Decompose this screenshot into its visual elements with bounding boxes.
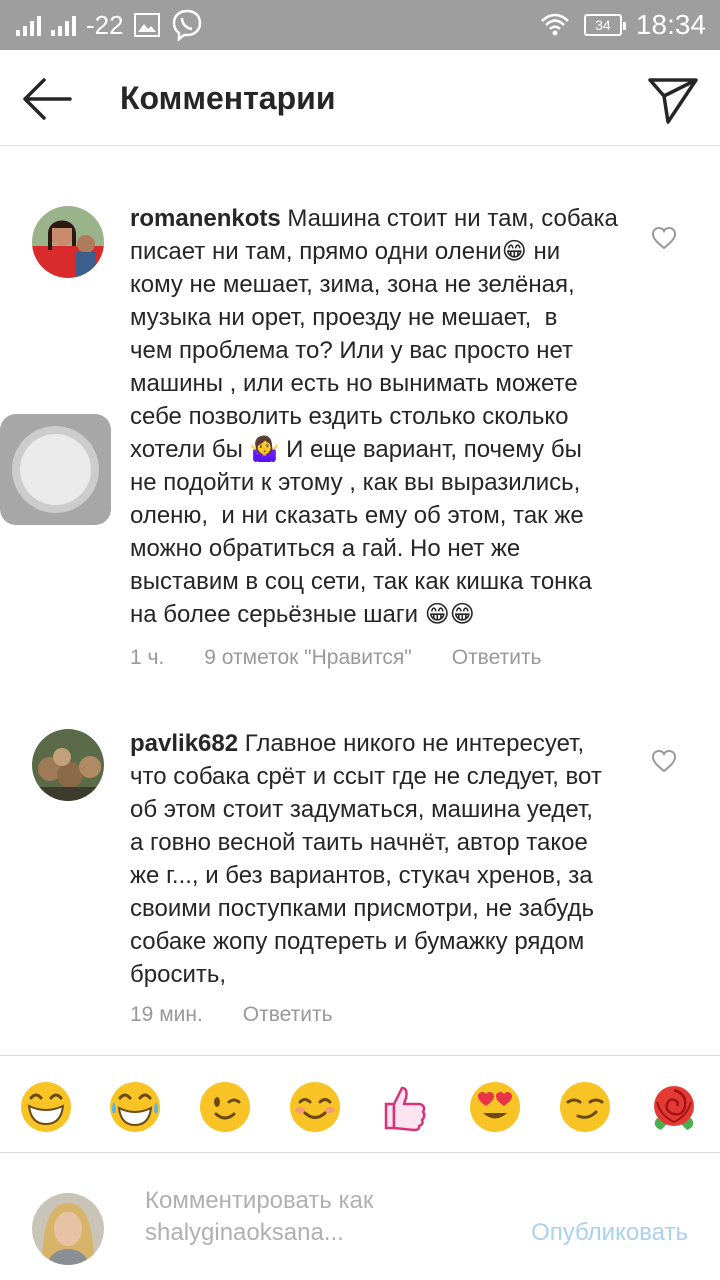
image-icon (133, 13, 160, 37)
clock: 18:34 (635, 9, 706, 40)
avatar[interactable] (32, 729, 104, 801)
comment-time: 19 мин. (130, 1003, 203, 1026)
page-title: Комментарии (120, 80, 336, 116)
publish-button[interactable]: Опубликовать (531, 1219, 688, 1247)
signal-icon (16, 14, 41, 36)
comment-meta: 1 ч. 9 отметок "Нравится" Ответить (130, 646, 542, 670)
comment-time: 1 ч. (130, 646, 165, 669)
heart-icon[interactable] (650, 224, 678, 252)
comment-text: pavlik682 Главное никого не интересует, … (130, 727, 630, 991)
winking-face-icon[interactable] (198, 1080, 252, 1134)
battery-icon: 34 (583, 14, 626, 36)
direct-send-icon[interactable] (646, 72, 700, 126)
emoji-bar (0, 1055, 720, 1153)
avatar-photo (32, 1193, 104, 1265)
rose-icon[interactable] (647, 1080, 701, 1134)
tears-of-joy-face-icon[interactable] (108, 1080, 162, 1134)
heart-eyes-face-icon[interactable] (468, 1080, 522, 1134)
comment-username[interactable]: romanenkots (130, 205, 281, 232)
avatar-photo (32, 206, 104, 278)
status-bar: -22 34 18:34 (0, 0, 720, 50)
comment-body: Главное никого не интересует, что собака… (130, 730, 602, 988)
reply-button[interactable]: Ответить (243, 1003, 333, 1027)
comment-input[interactable]: Комментировать как shalyginaoksana... (145, 1185, 495, 1249)
comment-text: romanenkots Машина стоит ни там, собака … (130, 202, 630, 631)
smiling-face-icon[interactable] (288, 1080, 342, 1134)
grinning-face-icon[interactable] (19, 1080, 73, 1134)
signal-icon (51, 14, 76, 36)
thumbs-up-icon[interactable] (378, 1080, 432, 1134)
temperature: -22 (86, 9, 124, 40)
comment-username[interactable]: pavlik682 (130, 730, 238, 757)
assistive-touch-button[interactable] (0, 414, 111, 525)
avatar-photo (32, 729, 104, 801)
comment-likes[interactable]: 9 отметок "Нравится" (204, 646, 411, 670)
comment-body: Машина стоит ни там, собака писает ни та… (130, 205, 618, 628)
heart-icon[interactable] (650, 747, 678, 775)
reply-button[interactable]: Ответить (452, 646, 542, 670)
comment-meta: 19 мин. Ответить (130, 1003, 333, 1027)
wifi-icon (541, 13, 569, 36)
back-arrow-icon[interactable] (20, 72, 74, 126)
battery-level: 34 (595, 17, 611, 33)
smirking-face-icon[interactable] (558, 1080, 612, 1134)
comment-composer: Комментировать как shalyginaoksana... Оп… (0, 1153, 720, 1280)
avatar (32, 1193, 104, 1265)
app-bar: Комментарии (0, 50, 720, 146)
viber-icon (172, 9, 201, 42)
avatar[interactable] (32, 206, 104, 278)
